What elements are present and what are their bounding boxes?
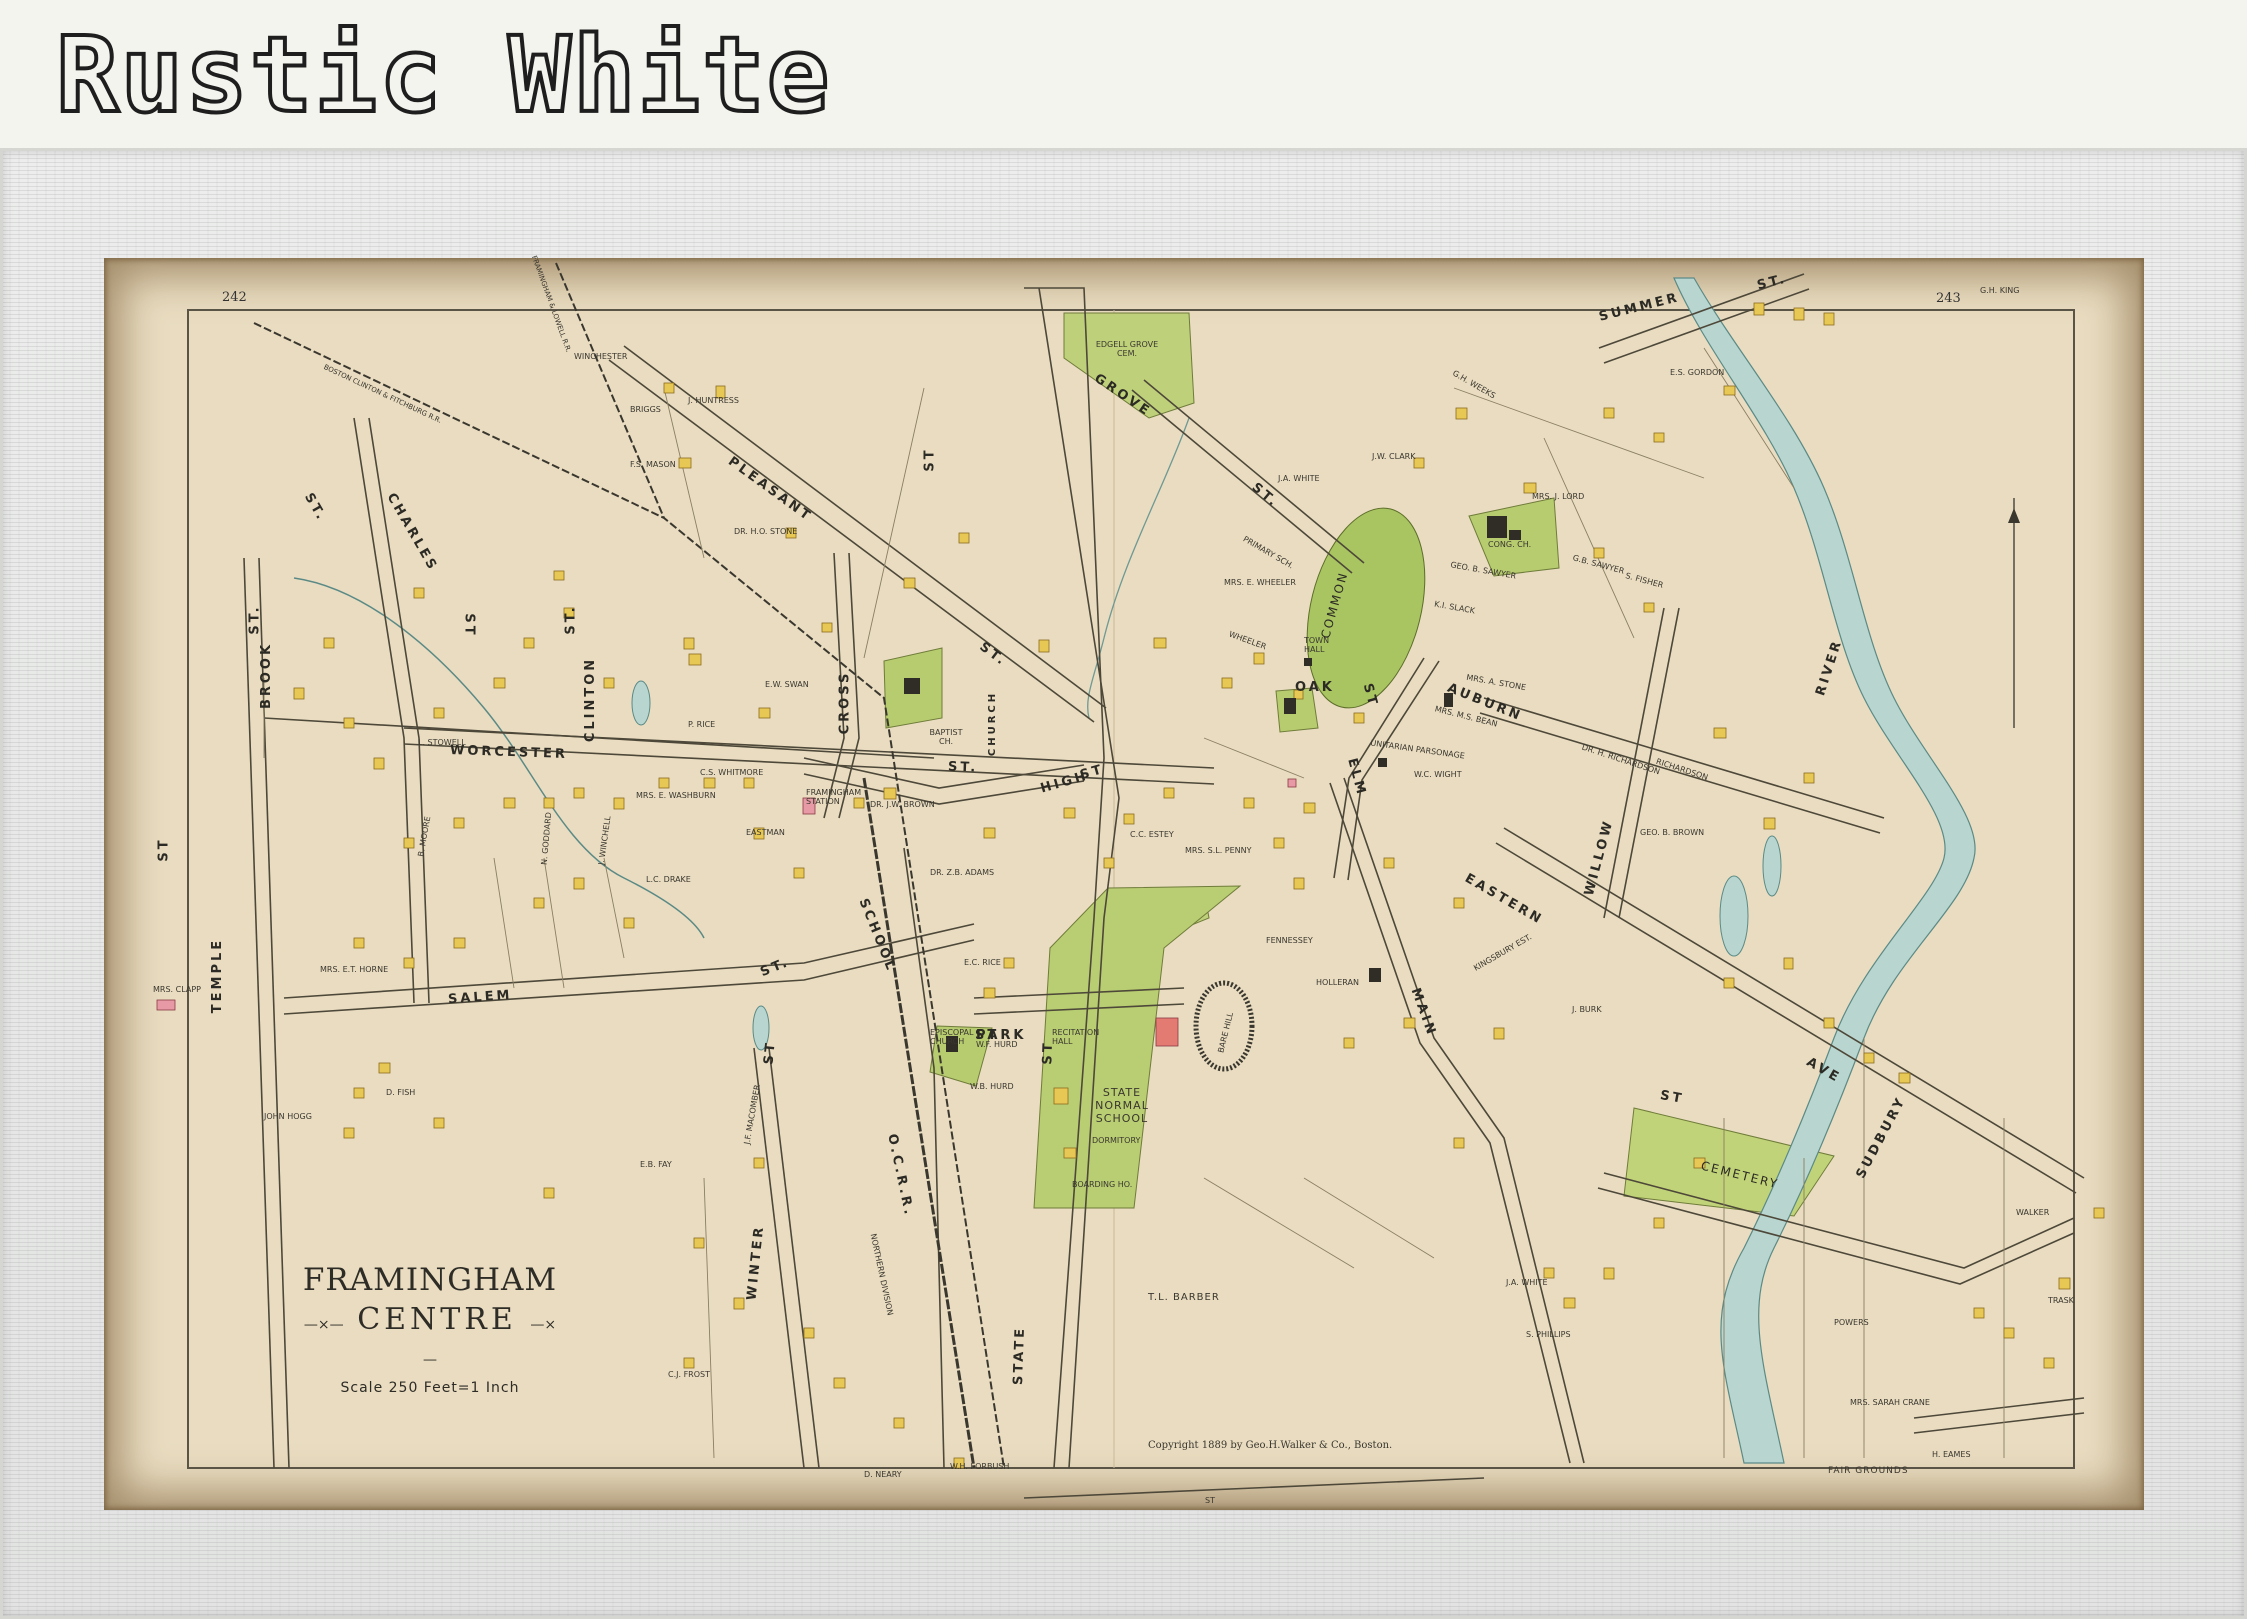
cross-st-suffix: ST (922, 447, 938, 472)
brook-st-label: BROOK (259, 641, 275, 710)
edgell-grove-cem-label: EDGELL GROVE CEM. (1095, 340, 1159, 358)
owner-label: E.W. SWAN (765, 680, 809, 689)
cross-st-label: CROSS (837, 670, 853, 735)
owner-label: C.J. FROST (668, 1370, 710, 1379)
owner-label: H. EAMES (1932, 1450, 1971, 1459)
owner-label: L.C. DRAKE (646, 875, 691, 884)
church-st-label: CHURCH (987, 690, 999, 757)
pond-3 (1719, 875, 1749, 957)
page-number-left: 242 (222, 290, 247, 305)
owner-label: W.H. FORBUSH (950, 1462, 1010, 1471)
baptist-ch-label: BAPTIST CH. (929, 728, 963, 746)
stream-2 (1087, 417, 1190, 719)
recitation-hall-label: RECITATION HALL (1052, 1028, 1100, 1046)
brook-st-suffix: ST. (247, 604, 263, 635)
owner-label: POWERS (1834, 1318, 1869, 1327)
owner-label: S. PHILLIPS (1526, 1330, 1571, 1339)
owner-label: MRS. SARAH CRANE (1850, 1398, 1930, 1407)
owner-label: C.C. ESTEY (1130, 830, 1174, 839)
owner-label: EASTMAN (746, 828, 785, 837)
old-colony-rr (862, 777, 976, 1469)
owner-label: WINCHESTER (574, 352, 628, 361)
sudbury-river (1673, 277, 1976, 1464)
pond-1 (631, 680, 651, 726)
owner-label: D. FISH (386, 1088, 416, 1097)
owner-label: W.B. HURD (970, 1082, 1014, 1091)
owner-label: JOHN HOGG (264, 1112, 312, 1121)
winter-st-suffix: ST (761, 1039, 779, 1066)
temple-st-suffix: ST (156, 837, 172, 862)
owner-label: J. HUNTRESS (688, 396, 739, 405)
header-bar: Rustic White (0, 0, 2247, 148)
state-st (1024, 287, 1105, 1469)
owner-label: J.A. WHITE (1506, 1278, 1548, 1287)
temple-st-label: TEMPLE (210, 937, 226, 1014)
auburn-st (1483, 697, 1885, 819)
owner-label: E.S. GORDON (1670, 368, 1725, 377)
owner-label: BRIGGS (630, 405, 661, 414)
owner-label: DR. H.O. STONE (734, 527, 798, 536)
owner-label: TRASK (2048, 1296, 2074, 1305)
owner-label: G.H. KING (1980, 286, 2020, 295)
fair-grounds-label: FAIR GROUNDS (1828, 1466, 1909, 1476)
map-subtitle: —×— CENTRE —×— (300, 1302, 560, 1372)
owner-label: E.C. RICE (964, 958, 1001, 967)
owner-label: MRS. S.L. PENNY (1185, 846, 1252, 855)
owner-label: MRS. E. WASHBURN (636, 791, 716, 800)
owner-label: D. NEARY (864, 1470, 902, 1479)
owner-label: DR. Z.B. ADAMS (930, 868, 995, 877)
state-normal-school-label: STATE NORMAL SCHOOL (1095, 1086, 1149, 1125)
bottom-st-label: ST (1205, 1496, 1215, 1505)
owner-label: MRS. E. WHEELER (1224, 578, 1296, 587)
town-hall-label: TOWN HALL (1304, 636, 1330, 654)
framingham-lowell-rr (555, 262, 665, 519)
owner-label: MRS. CLAPP (153, 985, 201, 994)
owner-label: DR. J.W. BROWN (870, 800, 935, 809)
owner-label: J. BURK (1572, 1005, 1602, 1014)
owner-label: MRS. J. LORD (1532, 492, 1585, 501)
ornament-left: —×— (303, 1317, 344, 1333)
oak-st-label: OAK (1295, 680, 1335, 695)
clinton-st-suffix: ST. (563, 604, 579, 635)
page-number-right: 243 (1936, 291, 1961, 306)
owner-label: GEO. B. BROWN (1640, 828, 1705, 837)
owner-label: E.B. FAY (640, 1160, 672, 1169)
owner-label: L. STOWELL (418, 738, 466, 747)
owner-label: T.L. BARBER (1148, 1292, 1220, 1303)
owner-label: C.S. WHITMORE (700, 768, 764, 777)
owner-label: P. RICE (688, 720, 716, 729)
owner-label: FENNESSEY (1266, 936, 1313, 945)
owner-label: J.A. WHITE (1278, 474, 1320, 483)
worcester-st-suffix: ST. (947, 759, 979, 776)
owner-label: W.C. WIGHT (1414, 770, 1462, 779)
state-normal-school-area (1033, 885, 1242, 1209)
charles-st-end: ST (461, 613, 477, 638)
owner-label: WALKER (2016, 1208, 2050, 1217)
frame-style-title: Rustic White (54, 12, 832, 138)
map-copyright: Copyright 1889 by Geo.H.Walker & Co., Bo… (1148, 1440, 1393, 1451)
clinton-st-label: CLINTON (583, 656, 599, 743)
owner-label: W.F. HURD (976, 1040, 1018, 1049)
boarding-ho-label: BOARDING HO. (1072, 1180, 1133, 1189)
map-scale: Scale 250 Feet=1 Inch (340, 1380, 520, 1396)
pond-4 (1762, 835, 1782, 897)
owner-label: J.W. CLARK (1372, 452, 1416, 461)
map-title: FRAMINGHAM (302, 1262, 558, 1298)
dormitory-label: DORMITORY (1092, 1136, 1141, 1145)
state-st-label: STATE (1010, 1325, 1029, 1386)
owner-label: F.S. MASON (630, 460, 676, 469)
owner-label: HOLLERAN (1316, 978, 1359, 987)
cong-ch-label: CONG. CH. (1488, 540, 1532, 549)
map-subtitle-text: CENTRE (357, 1302, 517, 1337)
framingham-station-label: FRAMINGHAM STATION (806, 788, 862, 806)
grove-st (1143, 379, 1365, 564)
map-title-cartouche: FRAMINGHAM —×— CENTRE —×— Scale 250 Feet… (300, 1262, 560, 1396)
fair-grounds-road (1913, 1412, 2085, 1434)
owner-label: MRS. E.T. HORNE (320, 965, 389, 974)
bottom-st (1023, 1477, 1485, 1499)
